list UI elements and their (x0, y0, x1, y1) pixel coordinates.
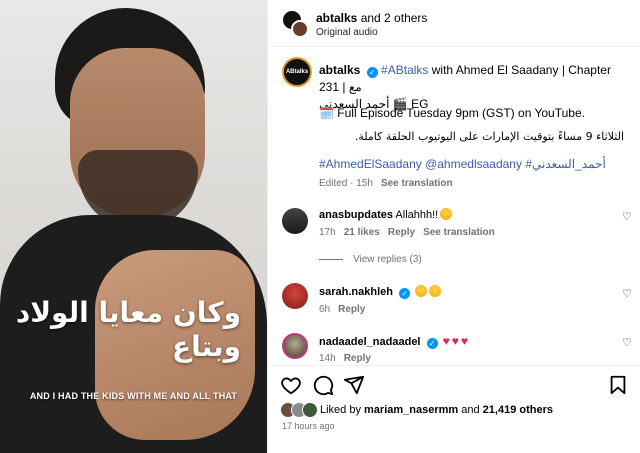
post-actions: Liked by mariam_nasermm and 21,419 other… (268, 365, 640, 453)
post-panel: abtalks and 2 others Original audio ABta… (267, 0, 640, 453)
commenter-avatar[interactable] (282, 283, 308, 309)
verified-icon: ✓ (366, 67, 378, 78)
comment-time: 17h (319, 227, 336, 238)
comment-meta: 17h 21 likes Reply See translation (319, 227, 495, 238)
verified-icon: ✓ (399, 288, 411, 299)
view-replies-button[interactable]: View replies (3) (319, 254, 422, 265)
english-subtitle: AND I HAD THE KIDS WITH ME AND ALL THAT (29, 391, 238, 401)
post-author-avatar[interactable]: ABtalks (282, 57, 312, 87)
comment-username[interactable]: nadaadel_nadaadel (319, 336, 421, 348)
comment-text: nadaadel_nadaadel ✓ ♥ ♥ ♥ (319, 334, 468, 349)
post-meta: Edited · 15h See translation (319, 178, 453, 189)
comment-time: 14h (319, 353, 336, 364)
avatar-text: ABtalks (285, 69, 309, 75)
edited-label: Edited · 15h (319, 178, 373, 189)
see-translation-link[interactable]: See translation (423, 227, 495, 238)
heart-eyes-emoji-icon (415, 285, 428, 297)
arabic-subtitle: وكان معايا الولاد وبتاع (15, 296, 241, 363)
audio-label[interactable]: Original audio (316, 27, 378, 38)
post-timestamp[interactable]: 17 hours ago (282, 421, 335, 431)
divider (319, 258, 343, 260)
hashtag-link[interactable]: #ABtalks (381, 63, 428, 77)
comment-icon[interactable] (312, 374, 334, 396)
share-icon[interactable] (343, 374, 365, 396)
tags-line[interactable]: #AhmedElSaadany @ahmedlsaadany #أحمد_الس… (319, 157, 606, 171)
header-usernames[interactable]: abtalks and 2 others (316, 11, 427, 25)
post-header: abtalks and 2 others Original audio (268, 0, 640, 47)
red-heart-emoji-icon: ♥ (442, 334, 450, 348)
view-replies-label: View replies (3) (353, 254, 422, 265)
liked-by-text: Liked by mariam_nasermm and 21,419 other… (320, 404, 553, 416)
heart-eyes-emoji-icon (440, 208, 453, 220)
episode-line: 🗓️ Full Episode Tuesday 9pm (GST) on You… (319, 106, 585, 120)
reply-button[interactable]: Reply (338, 304, 365, 315)
comment-time: 6h (319, 304, 331, 315)
liked-by-user[interactable]: mariam_nasermm (364, 404, 458, 416)
save-bookmark-icon[interactable] (607, 374, 629, 396)
comment-text: anasbupdates Allahhh!! (319, 208, 453, 221)
red-heart-emoji-icon: ♥ (451, 334, 459, 348)
verified-icon: ✓ (426, 338, 438, 349)
like-comment-heart-icon[interactable]: ♡ (622, 338, 632, 349)
red-heart-emoji-icon: ♥ (460, 334, 468, 348)
comment-text: sarah.nakhleh ✓ (319, 285, 442, 299)
reel-video[interactable]: وكان معايا الولاد وبتاع AND I HAD THE KI… (0, 0, 267, 453)
comment-username[interactable]: anasbupdates (319, 209, 393, 221)
like-heart-icon[interactable] (280, 374, 302, 396)
avatar (291, 20, 309, 38)
collab-avatars[interactable] (282, 10, 310, 38)
commenter-avatar[interactable] (282, 208, 308, 234)
caption-text: with Ahmed El Saadany | Chapter 231 | مع (319, 63, 611, 94)
likes-count[interactable]: 21,419 others (483, 404, 553, 416)
comment-body: Allahhh!! (395, 209, 439, 221)
comment-username[interactable]: sarah.nakhleh (319, 286, 393, 298)
comment-likes[interactable]: 21 likes (344, 227, 380, 238)
owner-suffix: and 2 others (357, 11, 428, 25)
liked-by-prefix: Liked by (320, 404, 365, 416)
comment-meta: 6h Reply (319, 304, 365, 315)
comment-meta: 14h Reply (319, 353, 371, 364)
like-comment-heart-icon[interactable]: ♡ (622, 289, 632, 300)
arabic-episode-line: الثلاثاء 9 مساءً بتوقيت الإمارات على الي… (354, 130, 624, 143)
avatar (302, 402, 318, 418)
liked-by-and: and (458, 404, 483, 416)
like-comment-heart-icon[interactable]: ♡ (622, 212, 632, 223)
post-username[interactable]: abtalks (319, 63, 360, 77)
reply-button[interactable]: Reply (344, 353, 371, 364)
see-translation-link[interactable]: See translation (381, 178, 453, 189)
owner-username[interactable]: abtalks (316, 11, 357, 25)
commenter-avatar[interactable] (282, 333, 308, 359)
reply-button[interactable]: Reply (388, 227, 415, 238)
heart-eyes-emoji-icon (429, 285, 442, 297)
